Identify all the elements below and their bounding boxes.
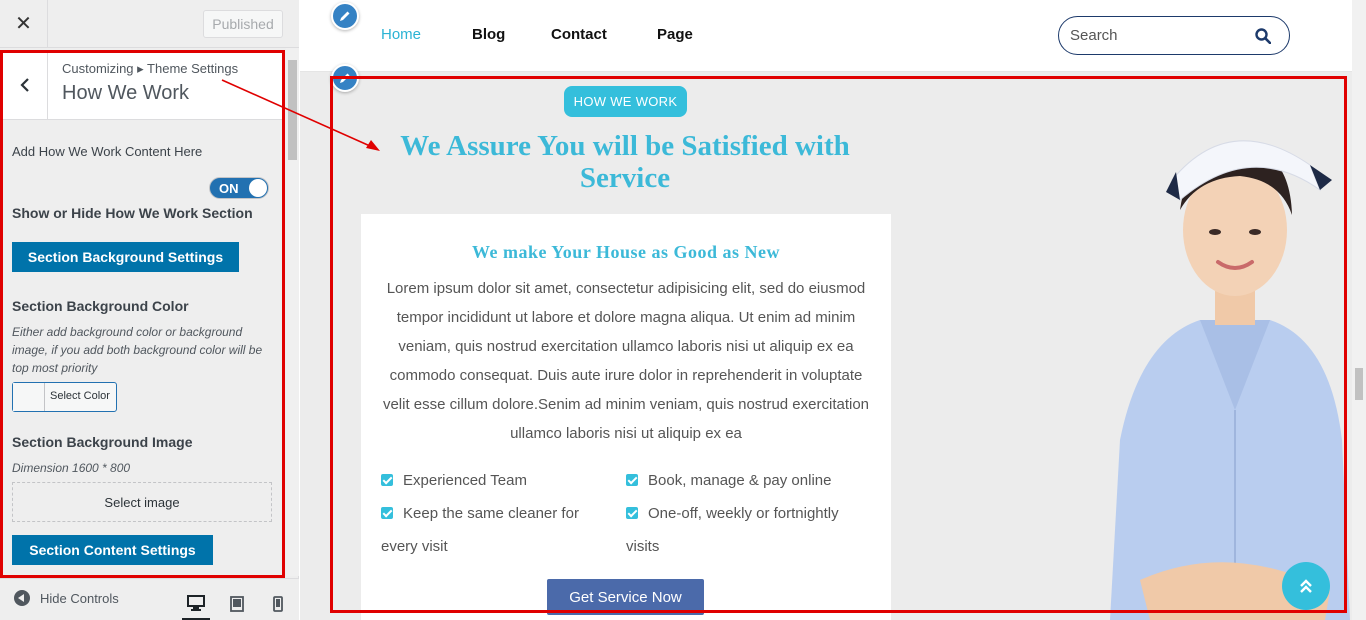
sidebar-scrollbar[interactable] <box>286 48 299 576</box>
section-visibility-toggle[interactable]: ON <box>209 177 269 199</box>
get-service-button[interactable]: Get Service Now <box>547 579 704 615</box>
nav-page[interactable]: Page <box>657 26 693 43</box>
toggle-state-label: ON <box>219 181 239 196</box>
pencil-icon <box>340 73 350 83</box>
feature-text: Experienced Team <box>403 472 527 489</box>
hide-controls-button[interactable]: Hide Controls <box>14 590 119 606</box>
desktop-icon <box>187 594 205 611</box>
feature-item: One-off, weekly or fortnightly visits <box>626 497 876 563</box>
color-swatch <box>13 383 45 411</box>
tablet-icon <box>230 596 244 612</box>
desktop-preview-button[interactable] <box>182 587 210 620</box>
bg-settings-button[interactable]: Section Background Settings <box>12 242 239 272</box>
back-button[interactable] <box>2 50 48 119</box>
bg-color-note: Either add background color or backgroun… <box>12 325 263 375</box>
show-hide-heading: Show or Hide How We Work Section <box>12 205 253 221</box>
tablet-preview-button[interactable] <box>223 587 251 620</box>
edit-header-pencil-icon[interactable] <box>331 2 359 30</box>
preview-scrollbar[interactable] <box>1352 0 1366 620</box>
published-button[interactable]: Published <box>203 10 283 38</box>
section-badge: HOW WE WORK <box>564 86 687 117</box>
add-content-label: Add How We Work Content Here <box>12 144 203 159</box>
feature-text: Book, manage & pay online <box>648 472 832 489</box>
checkbox-icon <box>381 474 393 486</box>
section-title: We Assure You will be Satisfied with Ser… <box>400 130 850 194</box>
close-icon[interactable]: ✕ <box>0 0 48 47</box>
feature-item: Experienced Team <box>381 464 601 497</box>
panel-header: Customizing ▸ Theme Settings How We Work <box>2 50 284 120</box>
preview-scrollbar-thumb[interactable] <box>1355 368 1363 400</box>
site-header: Home Blog Contact Page <box>300 0 1352 72</box>
mobile-icon <box>273 596 283 612</box>
card-title: We make Your House as Good as New <box>471 242 780 262</box>
card-body-text: Lorem ipsum dolor sit amet, consectetur … <box>382 280 870 442</box>
select-image-button[interactable]: Select image <box>12 482 272 522</box>
checkbox-icon <box>626 474 638 486</box>
checkbox-icon <box>626 507 638 519</box>
collapse-icon <box>14 590 30 606</box>
feature-text: One-off, weekly or fortnightly visits <box>626 505 839 555</box>
nav-home[interactable]: Home <box>381 26 421 43</box>
sidebar-topbar: ✕ Published <box>0 0 299 48</box>
checkbox-icon <box>381 507 393 519</box>
mobile-preview-button[interactable] <box>264 587 292 620</box>
hide-controls-label: Hide Controls <box>40 590 119 606</box>
content-settings-button[interactable]: Section Content Settings <box>12 535 213 565</box>
back-chevron-icon <box>19 77 29 92</box>
nav-blog[interactable]: Blog <box>472 26 505 43</box>
search-icon[interactable] <box>1255 28 1271 44</box>
scroll-top-icon <box>1300 579 1312 593</box>
sidebar-footer: Hide Controls <box>0 578 299 620</box>
breadcrumb: Customizing ▸ Theme Settings <box>62 61 239 76</box>
select-color-button[interactable]: Select Color <box>12 382 117 412</box>
nurse-photo <box>1110 140 1350 620</box>
edit-section-pencil-icon[interactable] <box>331 64 359 92</box>
sidebar-scrollbar-thumb[interactable] <box>288 60 297 160</box>
bg-color-heading: Section Background Color <box>12 298 189 314</box>
search-box <box>1058 16 1290 55</box>
bg-image-heading: Section Background Image <box>12 434 193 450</box>
toggle-knob <box>249 179 267 197</box>
customizer-sidebar: ✕ Published Customizing ▸ Theme Settings… <box>0 0 299 620</box>
feature-item: Keep the same cleaner for every visit <box>381 497 611 563</box>
select-color-label: Select Color <box>50 390 110 402</box>
dimension-note: Dimension 1600 * 800 <box>12 461 131 475</box>
search-input[interactable] <box>1070 25 1240 45</box>
pencil-icon <box>340 11 350 21</box>
scroll-top-button[interactable] <box>1282 562 1330 610</box>
site-preview: Home Blog Contact Page HOW WE WORK We As… <box>300 0 1366 620</box>
feature-item: Book, manage & pay online <box>626 464 876 497</box>
content-card: We make Your House as Good as New Lorem … <box>361 214 891 620</box>
panel-title: How We Work <box>62 82 190 104</box>
feature-text: Keep the same cleaner for every visit <box>381 505 579 555</box>
nav-contact[interactable]: Contact <box>551 26 607 43</box>
customizer-window: ✕ Published Customizing ▸ Theme Settings… <box>0 0 1366 620</box>
